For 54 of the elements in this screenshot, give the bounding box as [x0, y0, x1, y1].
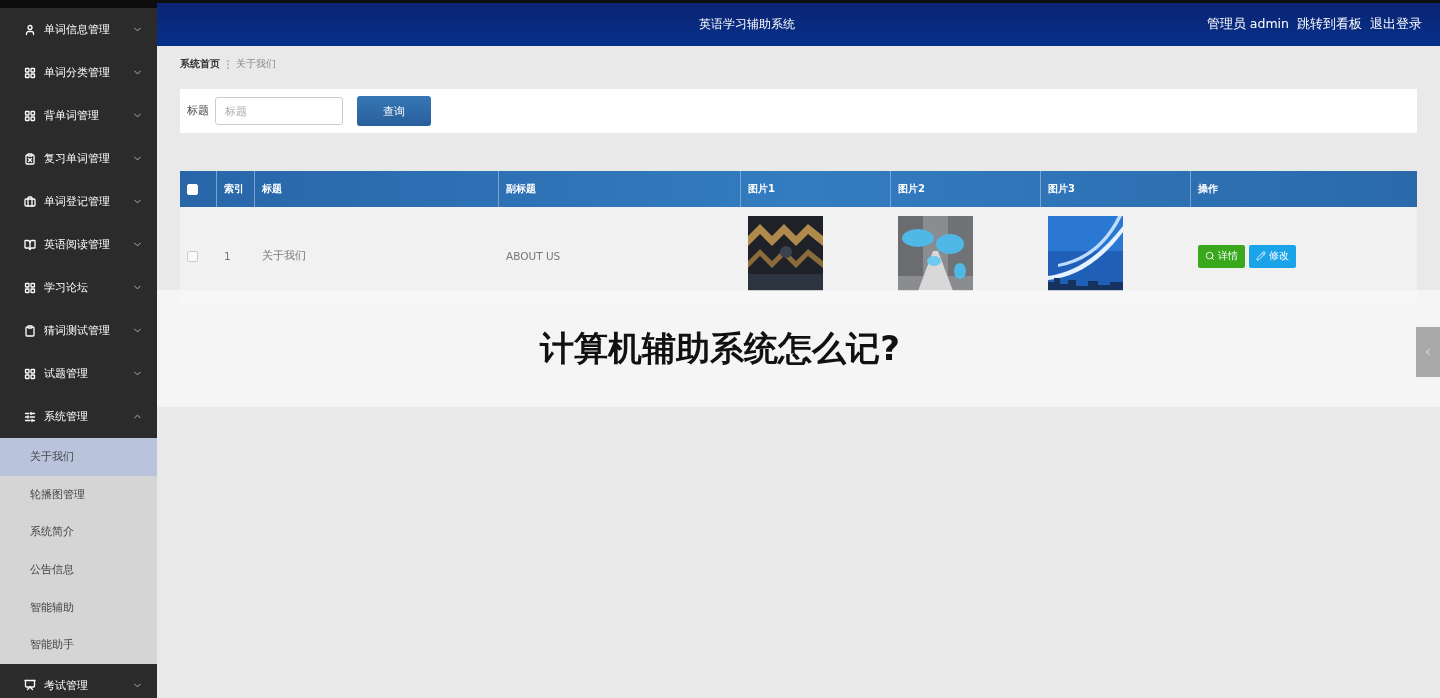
sidebar-item[interactable]: 单词信息管理	[0, 8, 157, 51]
grid-icon	[24, 281, 36, 294]
submenu-item[interactable]: 关于我们	[0, 438, 157, 476]
submenu-item[interactable]: 轮播图管理	[0, 475, 157, 514]
sidebar-item[interactable]: 单词登记管理	[0, 180, 157, 223]
submenu-item[interactable]: 智能辅助	[0, 588, 157, 626]
column-header: 图片2	[898, 182, 925, 196]
header-link[interactable]: 退出登录	[1370, 16, 1422, 33]
sidebar-item[interactable]: 猜词测试管理	[0, 309, 157, 352]
table-cell: 关于我们	[262, 249, 306, 263]
column-header: 操作	[1198, 182, 1218, 196]
grid-icon	[24, 109, 36, 122]
sidebar-item[interactable]: 学习论坛	[0, 266, 157, 309]
submenu-item[interactable]: 系统简介	[0, 513, 157, 551]
clipboard-icon	[24, 324, 36, 337]
sidebar-item[interactable]: 系统管理	[0, 395, 157, 438]
header-link[interactable]: 跳转到看板	[1297, 16, 1362, 33]
table-cell: ABOUT US	[506, 250, 561, 262]
user-icon	[24, 23, 36, 36]
book-icon	[24, 238, 36, 251]
submenu-item[interactable]: 公告信息	[0, 550, 157, 589]
grid-icon	[24, 66, 36, 79]
banner-title: 计算机辅助系统怎么记?	[540, 326, 900, 370]
column-header: 图片1	[748, 182, 775, 196]
briefcase-icon	[24, 195, 36, 208]
field-label: 标题	[187, 104, 209, 118]
sidebar-item[interactable]: 试题管理	[0, 352, 157, 395]
query-button[interactable]: 查询	[357, 96, 431, 126]
sliders-icon	[24, 410, 36, 423]
row-checkbox[interactable]	[187, 250, 198, 262]
sidebar-item[interactable]: 背单词管理	[0, 94, 157, 137]
presentation-icon	[24, 679, 36, 692]
sidebar-item[interactable]: 考试管理	[0, 663, 157, 698]
table-cell: 1	[224, 250, 231, 262]
sidebar-item[interactable]: 单词分类管理	[0, 51, 157, 94]
search-icon	[1205, 251, 1215, 261]
column-header: 标题	[262, 182, 282, 196]
breadcrumb-current: 关于我们	[236, 57, 276, 71]
sidebar-item[interactable]: 英语阅读管理	[0, 223, 157, 266]
select-all-checkbox[interactable]	[187, 183, 198, 195]
pencil-icon	[1256, 251, 1266, 261]
column-header: 副标题	[506, 182, 536, 196]
side-tab[interactable]	[1416, 327, 1440, 377]
sidebar-item[interactable]: 复习单词管理	[0, 137, 157, 180]
breadcrumb-link[interactable]: 系统首页	[180, 57, 220, 71]
user-label: 管理员 admin	[1206, 16, 1289, 33]
separator-icon	[226, 59, 230, 69]
grid-icon	[24, 367, 36, 380]
app-title: 英语学习辅助系统	[697, 16, 796, 33]
submenu-item[interactable]: 智能助手	[0, 625, 157, 664]
column-header: 图片3	[1048, 182, 1075, 196]
title-search-field[interactable]: 标题	[215, 97, 343, 125]
clipboard-icon	[24, 152, 36, 165]
column-header: 索引	[224, 182, 244, 196]
